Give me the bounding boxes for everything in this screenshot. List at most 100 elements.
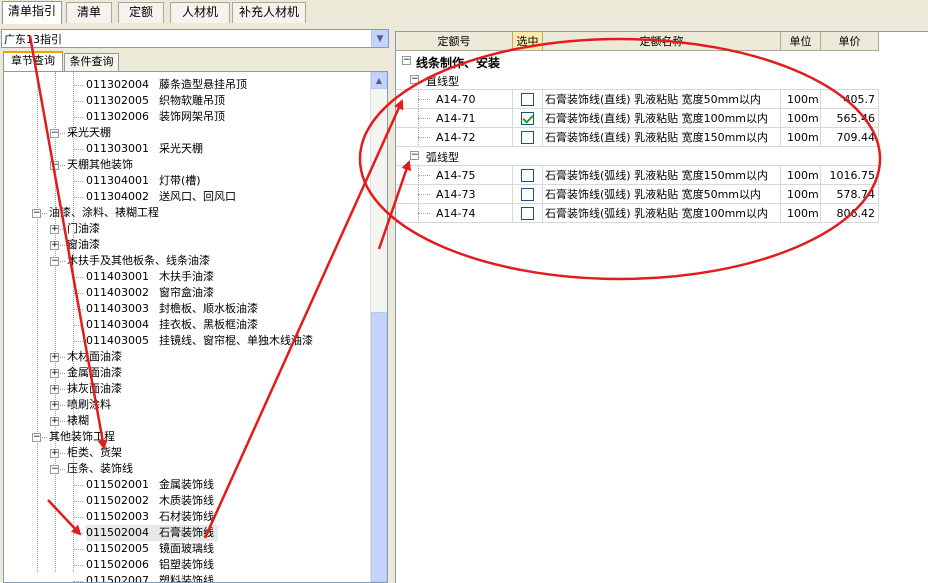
tree-node[interactable]: 011502002 木质装饰线	[86, 493, 214, 509]
tree-node-label: 封檐板、顺水板油漆	[159, 302, 258, 315]
top-tab[interactable]: 人材机	[170, 2, 230, 23]
tree-node[interactable]: 011502004 石膏装饰线	[86, 525, 218, 541]
select-checkbox[interactable]	[521, 131, 534, 144]
grid-column-header[interactable]: 定额名称	[543, 32, 781, 51]
quota-row[interactable]: A14-71 石膏装饰线(直线) 乳液粘贴 宽度100mm以内 100m 565.46	[396, 109, 879, 128]
collapse-minus-icon[interactable]: −	[32, 209, 41, 218]
tree-node-label: 柜类、货架	[67, 446, 122, 459]
quota-row[interactable]: A14-72 石膏装饰线(直线) 乳液粘贴 宽度150mm以内 100m 709.44	[396, 128, 879, 147]
top-tab[interactable]: 清单	[66, 2, 112, 23]
quota-row[interactable]: A14-70 石膏装饰线(直线) 乳液粘贴 宽度50mm以内 100m 405.7	[396, 90, 879, 109]
grid-column-header[interactable]: 单位	[781, 32, 821, 51]
tree-node[interactable]: 011502001 金属装饰线	[86, 477, 214, 493]
tree-branch-line	[73, 149, 83, 150]
tree-branch-line	[73, 485, 83, 486]
quota-row[interactable]: A14-73 石膏装饰线(弧线) 乳液粘贴 宽度50mm以内 100m 578.74	[396, 185, 879, 204]
tree-node[interactable]: 011302005 织物软雕吊顶	[86, 93, 225, 109]
tree-scrollbar[interactable]: ▲	[370, 72, 387, 582]
tree-guide-line	[73, 72, 74, 572]
tree-branch-line	[73, 533, 83, 534]
select-checkbox[interactable]	[521, 93, 534, 106]
sub-tab[interactable]: 章节查询	[3, 51, 63, 71]
guide-library-select[interactable]: 广东13指引 ▼	[1, 29, 389, 48]
tree-node-label: 石材装饰线	[159, 510, 214, 523]
expand-plus-icon[interactable]: +	[50, 241, 59, 250]
select-checkbox[interactable]	[521, 207, 534, 220]
tree-node[interactable]: 门油漆	[67, 221, 100, 237]
grid-column-header[interactable]: 选中	[513, 32, 543, 51]
select-checkbox[interactable]	[521, 169, 534, 182]
tree-node[interactable]: 011403004 挂衣板、黑板框油漆	[86, 317, 258, 333]
tree-node-code: 011403003	[86, 302, 149, 315]
select-checkbox[interactable]	[521, 188, 534, 201]
tree-node-label: 挂镜线、窗帘棍、单独木线油漆	[159, 334, 313, 347]
expand-plus-icon[interactable]: +	[50, 353, 59, 362]
collapse-minus-icon[interactable]: −	[50, 257, 59, 266]
tree-node[interactable]: 天棚其他装饰	[67, 157, 133, 173]
grid-column-header[interactable]: 单价	[821, 32, 879, 51]
tree-node[interactable]: 木材面油漆	[67, 349, 122, 365]
quota-price-cell: 806.42	[821, 204, 879, 223]
tree-node[interactable]: 011403003 封檐板、顺水板油漆	[86, 301, 258, 317]
tree-node[interactable]: 011303001 采光天棚	[86, 141, 203, 157]
tree-node[interactable]: 油漆、涂料、裱糊工程	[49, 205, 159, 221]
scroll-up-arrow-icon[interactable]: ▲	[371, 72, 387, 89]
select-cell	[513, 109, 543, 128]
grid-section-row[interactable]: − 弧线型	[396, 147, 879, 166]
tree-node[interactable]: 木扶手及其他板条、线条油漆	[67, 253, 210, 269]
tree-node[interactable]: 011302004 藤条造型悬挂吊顶	[86, 77, 247, 93]
top-tab[interactable]: 清单指引	[2, 1, 62, 24]
tree-node[interactable]: 011403002 窗帘盒油漆	[86, 285, 214, 301]
tree-node[interactable]: 裱糊	[67, 413, 89, 429]
tree-node[interactable]: 窗油漆	[67, 237, 100, 253]
expand-plus-icon[interactable]: +	[50, 225, 59, 234]
expand-plus-icon[interactable]: +	[50, 385, 59, 394]
sub-tab[interactable]: 条件查询	[64, 53, 119, 71]
collapse-minus-icon[interactable]: −	[50, 129, 59, 138]
chevron-down-icon[interactable]: ▼	[371, 30, 388, 47]
tree-node-label: 石膏装饰线	[159, 526, 214, 539]
select-cell	[513, 166, 543, 185]
collapse-minus-icon[interactable]: −	[410, 75, 419, 84]
section-cell	[396, 147, 879, 166]
tree-node[interactable]: 011502005 镜面玻璃线	[86, 541, 214, 557]
grid-group-row[interactable]: − 线条制作、安装	[396, 52, 879, 71]
tree-node[interactable]: 压条、装饰线	[67, 461, 133, 477]
expand-plus-icon[interactable]: +	[50, 449, 59, 458]
expand-plus-icon[interactable]: +	[50, 417, 59, 426]
expand-plus-icon[interactable]: +	[50, 369, 59, 378]
select-checkbox[interactable]	[521, 112, 534, 125]
top-tab[interactable]: 补充人材机	[232, 2, 306, 23]
tree-node[interactable]: 011304002 送风口、回风口	[86, 189, 236, 205]
tree-node-code: 011302005	[86, 94, 149, 107]
grid-column-header[interactable]: 定额号	[396, 32, 513, 51]
tree-node[interactable]: 金属面油漆	[67, 365, 122, 381]
quota-row[interactable]: A14-75 石膏装饰线(弧线) 乳液粘贴 宽度150mm以内 100m 1016.7…	[396, 166, 879, 185]
scrollbar-thumb[interactable]	[371, 312, 387, 582]
tree-node[interactable]: 抹灰面油漆	[67, 381, 122, 397]
grid-section-row[interactable]: − 直线型	[396, 71, 879, 90]
tree-node[interactable]: 喷刷涂料	[67, 397, 111, 413]
tree-node[interactable]: 011502003 石材装饰线	[86, 509, 214, 525]
tree-node[interactable]: 采光天棚	[67, 125, 111, 141]
quota-row[interactable]: A14-74 石膏装饰线(弧线) 乳液粘贴 宽度100mm以内 100m 806.42	[396, 204, 879, 223]
collapse-minus-icon[interactable]: −	[410, 151, 419, 160]
collapse-minus-icon[interactable]: −	[32, 433, 41, 442]
quota-name-cell: 石膏装饰线(直线) 乳液粘贴 宽度50mm以内	[543, 90, 781, 109]
tree-node[interactable]: 011403001 木扶手油漆	[86, 269, 214, 285]
tree-node[interactable]: 011403005 挂镜线、窗帘棍、单独木线油漆	[86, 333, 313, 349]
tree-node[interactable]: 011304001 灯带(槽)	[86, 173, 201, 189]
top-tab[interactable]: 定额	[118, 2, 164, 23]
collapse-minus-icon[interactable]: −	[402, 56, 411, 65]
collapse-minus-icon[interactable]: −	[50, 161, 59, 170]
tree-branch-line	[73, 325, 83, 326]
tree-guide-line	[418, 128, 419, 146]
tree-node[interactable]: 011502006 铝塑装饰线	[86, 557, 214, 573]
expand-plus-icon[interactable]: +	[50, 401, 59, 410]
collapse-minus-icon[interactable]: −	[50, 465, 59, 474]
tree-node-label: 金属面油漆	[67, 366, 122, 379]
tree-node[interactable]: 其他装饰工程	[49, 429, 115, 445]
tree-node[interactable]: 011302006 装饰网架吊顶	[86, 109, 225, 125]
tree-node[interactable]: 柜类、货架	[67, 445, 122, 461]
tree-node[interactable]: 011502007 塑料装饰线	[86, 573, 214, 582]
